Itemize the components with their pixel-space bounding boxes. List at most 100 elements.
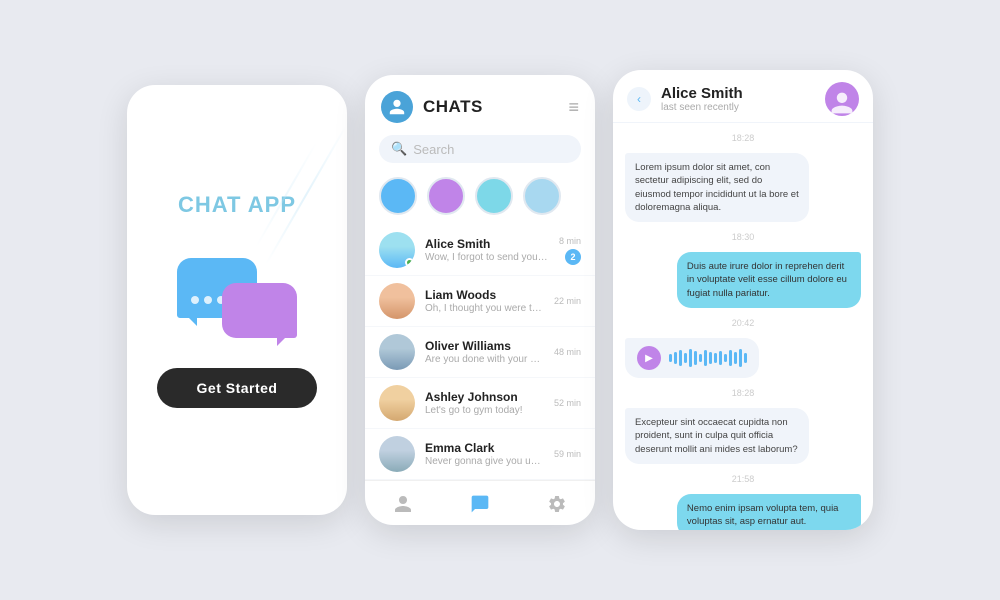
wave-bar — [729, 350, 732, 366]
message-timestamp: 18:28 — [625, 133, 861, 143]
story-circle-3 — [475, 177, 513, 215]
wave-bar — [714, 353, 717, 363]
message-timestamp: 21:58 — [625, 474, 861, 484]
chat-avatar — [379, 283, 415, 319]
search-icon: 🔍 — [391, 141, 407, 157]
contact-name: Alice Smith — [661, 85, 815, 102]
chat-info: Ashley Johnson Let's go to gym today! — [425, 390, 544, 416]
contact-avatar[interactable] — [825, 82, 859, 116]
chat-time: 48 min — [554, 347, 581, 357]
message-timestamp: 18:30 — [625, 232, 861, 242]
contact-status: last seen recently — [661, 102, 815, 113]
wave-bar — [709, 352, 712, 364]
chat-name: Ashley Johnson — [425, 390, 544, 404]
bottom-nav — [365, 480, 595, 525]
chat-name: Oliver Williams — [425, 339, 544, 353]
wave-bar — [744, 353, 747, 363]
contact-info: Alice Smith last seen recently — [661, 85, 815, 113]
wave-bar — [669, 354, 672, 362]
nav-profile-icon[interactable] — [390, 491, 416, 517]
chatlist-header: CHATS ≡ — [365, 75, 595, 131]
story-item-2[interactable] — [427, 177, 465, 215]
wave-bar — [694, 351, 697, 365]
stories-row — [365, 173, 595, 225]
chat-info: Alice Smith Wow, I forgot to send you th… — [425, 237, 549, 263]
chat-preview: Are you done with your chat app design i… — [425, 354, 544, 365]
chat-meta: 22 min — [554, 296, 581, 306]
menu-icon[interactable]: ≡ — [568, 97, 579, 118]
chatlist-screen: CHATS ≡ 🔍 Search — [365, 75, 595, 525]
story-item-4[interactable] — [523, 177, 561, 215]
wave-bar — [674, 352, 677, 364]
message-timestamp: 18:28 — [625, 388, 861, 398]
get-started-button[interactable]: Get Started — [157, 368, 318, 408]
welcome-screen: CHAT APP Get Started — [127, 85, 347, 515]
play-button[interactable]: ▶ — [637, 346, 661, 370]
nav-chat-icon[interactable] — [467, 491, 493, 517]
story-circle-4 — [523, 177, 561, 215]
nav-settings-icon[interactable] — [544, 491, 570, 517]
chat-name: Liam Woods — [425, 288, 544, 302]
chat-time: 8 min — [559, 236, 581, 246]
header-left: CHATS — [381, 91, 483, 123]
message-incoming: Excepteur sint occaecat cupidta non proi… — [625, 408, 809, 464]
message-timestamp: 20:42 — [625, 318, 861, 328]
voice-message[interactable]: ▶ — [625, 338, 759, 378]
chat-time: 22 min — [554, 296, 581, 306]
chat-icon-illustration — [177, 248, 297, 338]
chat-item[interactable]: Ashley Johnson Let's go to gym today! 52… — [365, 378, 595, 429]
dot-1 — [191, 296, 199, 304]
wave-bar — [704, 350, 707, 366]
wave-bar — [724, 354, 727, 362]
story-item-3[interactable] — [475, 177, 513, 215]
chat-meta: 48 min — [554, 347, 581, 357]
chat-preview: Let's go to gym today! — [425, 405, 544, 416]
chat-item[interactable]: Alice Smith Wow, I forgot to send you th… — [365, 225, 595, 276]
chat-avatar — [379, 334, 415, 370]
wave-bar — [739, 349, 742, 367]
story-circle-2 — [427, 177, 465, 215]
chat-time: 52 min — [554, 398, 581, 408]
chat-avatar — [379, 436, 415, 472]
wave-bar — [679, 350, 682, 366]
chat-badge: 2 — [565, 249, 581, 265]
messages-area: 18:28Lorem ipsum dolor sit amet, con sec… — [613, 123, 873, 530]
wave-bar — [689, 349, 692, 367]
chat-item[interactable]: Emma Clark Never gonna give you up, neve… — [365, 429, 595, 480]
wave-bar — [699, 354, 702, 362]
chat-item[interactable]: Liam Woods Oh, I thought you were talkin… — [365, 276, 595, 327]
back-button[interactable]: ‹ — [627, 87, 651, 111]
bubble-purple — [222, 283, 297, 338]
chatview-screen: ‹ Alice Smith last seen recently 18:28Lo… — [613, 70, 873, 530]
chat-info: Oliver Williams Are you done with your c… — [425, 339, 544, 365]
wave-bar — [719, 351, 722, 365]
search-placeholder: Search — [413, 142, 454, 157]
dots-row — [191, 296, 225, 304]
story-item-1[interactable] — [379, 177, 417, 215]
dot-2 — [204, 296, 212, 304]
chat-list: Alice Smith Wow, I forgot to send you th… — [365, 225, 595, 480]
header-avatar[interactable] — [381, 91, 413, 123]
chat-preview: Wow, I forgot to send you that wond- erf… — [425, 252, 549, 263]
message-outgoing: Duis aute irure dolor in reprehen derit … — [677, 252, 861, 308]
wave-bar — [734, 352, 737, 364]
chat-preview: Never gonna give you up, never... — [425, 456, 544, 467]
online-dot — [405, 258, 414, 267]
chat-name: Emma Clark — [425, 441, 544, 455]
chat-avatar — [379, 232, 415, 268]
chat-info: Liam Woods Oh, I thought you were talkin… — [425, 288, 544, 314]
chat-preview: Oh, I thought you were talking about com… — [425, 303, 544, 314]
chat-item[interactable]: Oliver Williams Are you done with your c… — [365, 327, 595, 378]
screens-container: CHAT APP Get Started CHATS ≡ — [127, 70, 873, 530]
wave-bar — [684, 353, 687, 363]
chat-info: Emma Clark Never gonna give you up, neve… — [425, 441, 544, 467]
chats-title: CHATS — [423, 97, 483, 117]
chat-meta: 8 min 2 — [559, 236, 581, 265]
search-bar[interactable]: 🔍 Search — [379, 135, 581, 163]
chat-meta: 59 min — [554, 449, 581, 459]
chat-name: Alice Smith — [425, 237, 549, 251]
chat-avatar — [379, 385, 415, 421]
chatview-header: ‹ Alice Smith last seen recently — [613, 70, 873, 123]
message-outgoing: Nemo enim ipsam volupta tem, quia volupt… — [677, 494, 861, 530]
chat-meta: 52 min — [554, 398, 581, 408]
